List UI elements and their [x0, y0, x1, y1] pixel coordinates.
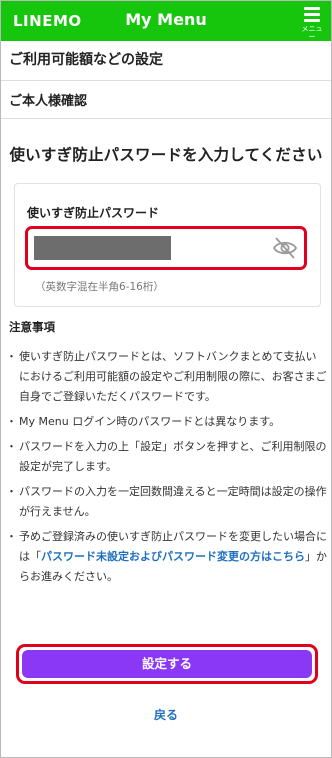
hamburger-icon	[304, 7, 320, 22]
note-item-change-password: 予めご登録済みの使いすぎ防止パスワードを変更したい場合には「パスワード未設定およ…	[6, 527, 327, 587]
notes-title: 注意事項	[9, 320, 55, 334]
note-item: パスワードを入力の上「設定」ボタンを押すと、ご利用制限の設定が完了します。	[6, 437, 327, 477]
submit-highlight: 設定する	[16, 644, 318, 684]
eye-off-icon[interactable]	[272, 236, 298, 260]
form-heading: 使いすぎ防止パスワードを入力してください	[9, 146, 323, 164]
note-item: 使いすぎ防止パスワードとは、ソフトバンクまとめて支払いにおけるご利用可能額の設定…	[6, 347, 327, 407]
note-item: My Menu ログイン時のパスワードとは異なります。	[6, 412, 327, 432]
password-hint: （英数字混在半角6-16桁）	[35, 281, 164, 293]
password-change-link[interactable]: パスワード未設定およびパスワード変更の方はこちら	[41, 550, 305, 563]
notes-list: 使いすぎ防止パスワードとは、ソフトバンクまとめて支払いにおけるご利用可能額の設定…	[6, 347, 327, 587]
back-link[interactable]: 戻る	[1, 706, 331, 723]
menu-label: メニュー	[301, 25, 323, 41]
password-card: 使いすぎ防止パスワード （英数字混在半角6-16桁）	[14, 183, 321, 307]
password-label: 使いすぎ防止パスワード	[27, 206, 160, 220]
password-input[interactable]	[25, 226, 307, 270]
page-title: My Menu	[125, 10, 207, 29]
note-item: パスワードの入力を一定回数間違えると一定時間は設定の操作が行えません。	[6, 482, 327, 522]
app-frame: LINEMO My Menu メニュー ご利用可能額などの設定 ご本人様確認 使…	[0, 0, 332, 758]
submit-button[interactable]: 設定する	[22, 650, 312, 678]
sub-section-title: ご本人様確認	[1, 81, 331, 119]
menu-button[interactable]: メニュー	[299, 5, 325, 41]
password-masked-value	[34, 236, 171, 260]
app-header: LINEMO My Menu メニュー	[1, 1, 331, 41]
notes-section: 注意事項 使いすぎ防止パスワードとは、ソフトバンクまとめて支払いにおけるご利用可…	[6, 313, 327, 592]
section-title: ご利用可能額などの設定	[1, 41, 331, 81]
